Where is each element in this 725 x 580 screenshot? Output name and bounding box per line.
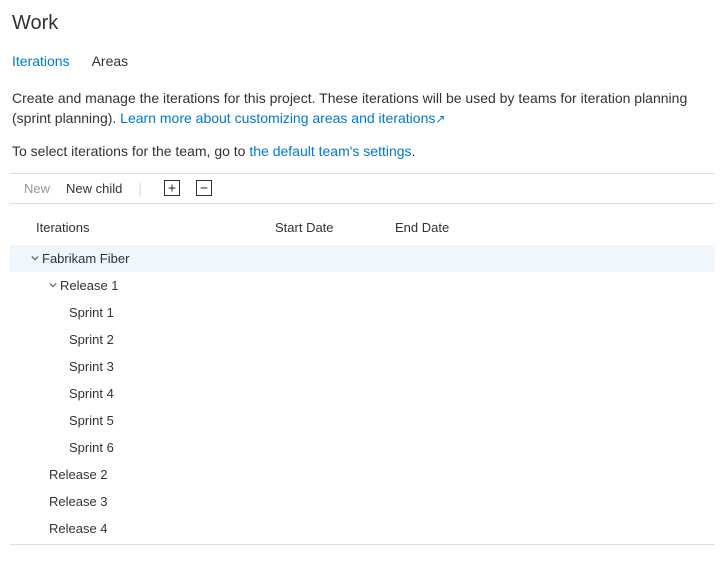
tree-node-sprint2[interactable]: Sprint 2: [10, 326, 715, 353]
tree-node-label: Release 2: [49, 467, 108, 482]
iteration-tree: Fabrikam Fiber Release 1 Sprint 1 Sprint…: [10, 245, 715, 542]
learn-more-link-text: Learn more about customizing areas and i…: [120, 110, 435, 126]
tree-node-sprint6[interactable]: Sprint 6: [10, 434, 715, 461]
tree-node-release3[interactable]: Release 3: [10, 488, 715, 515]
external-link-icon: ↗: [435, 111, 445, 128]
description-text: Create and manage the iterations for thi…: [10, 88, 715, 129]
tree-node-label: Sprint 4: [69, 386, 114, 401]
tree-node-label: Sprint 2: [69, 332, 114, 347]
tree-node-root[interactable]: Fabrikam Fiber: [10, 245, 715, 272]
table-header: Iterations Start Date End Date: [10, 216, 715, 245]
tree-node-label: Sprint 3: [69, 359, 114, 374]
chevron-down-icon[interactable]: [28, 254, 42, 262]
select-text-suffix: .: [412, 143, 416, 159]
tabs: Iterations Areas: [10, 53, 715, 74]
new-button[interactable]: New: [18, 179, 56, 198]
tree-node-sprint4[interactable]: Sprint 4: [10, 380, 715, 407]
column-header-start-date[interactable]: Start Date: [275, 220, 395, 235]
select-text-prefix: To select iterations for the team, go to: [12, 143, 249, 159]
new-child-button[interactable]: New child: [60, 179, 128, 198]
tree-node-label: Release 4: [49, 521, 108, 536]
tree-node-label: Fabrikam Fiber: [42, 251, 129, 266]
select-iterations-text: To select iterations for the team, go to…: [10, 143, 715, 159]
chevron-down-icon[interactable]: [46, 281, 60, 289]
tab-areas[interactable]: Areas: [92, 53, 129, 73]
expand-all-button[interactable]: +: [164, 180, 180, 196]
learn-more-link[interactable]: Learn more about customizing areas and i…: [120, 110, 445, 126]
column-header-end-date[interactable]: End Date: [395, 220, 515, 235]
tree-node-sprint5[interactable]: Sprint 5: [10, 407, 715, 434]
tree-node-label: Sprint 6: [69, 440, 114, 455]
tree-node-sprint3[interactable]: Sprint 3: [10, 353, 715, 380]
tree-node-release4[interactable]: Release 4: [10, 515, 715, 542]
tree-node-label: Sprint 5: [69, 413, 114, 428]
toolbar: New New child | + −: [10, 173, 715, 204]
default-team-settings-link[interactable]: the default team's settings: [249, 143, 411, 159]
tree-node-label: Sprint 1: [69, 305, 114, 320]
tree-node-release2[interactable]: Release 2: [10, 461, 715, 488]
page-title: Work: [10, 12, 715, 35]
column-header-iterations[interactable]: Iterations: [10, 220, 275, 235]
tree-node-sprint1[interactable]: Sprint 1: [10, 299, 715, 326]
toolbar-divider: |: [138, 180, 142, 196]
tree-node-label: Release 1: [60, 278, 119, 293]
tab-iterations[interactable]: Iterations: [12, 53, 70, 73]
tree-node-label: Release 3: [49, 494, 108, 509]
collapse-all-button[interactable]: −: [196, 180, 212, 196]
bottom-divider: [10, 544, 715, 545]
tree-node-release1[interactable]: Release 1: [10, 272, 715, 299]
